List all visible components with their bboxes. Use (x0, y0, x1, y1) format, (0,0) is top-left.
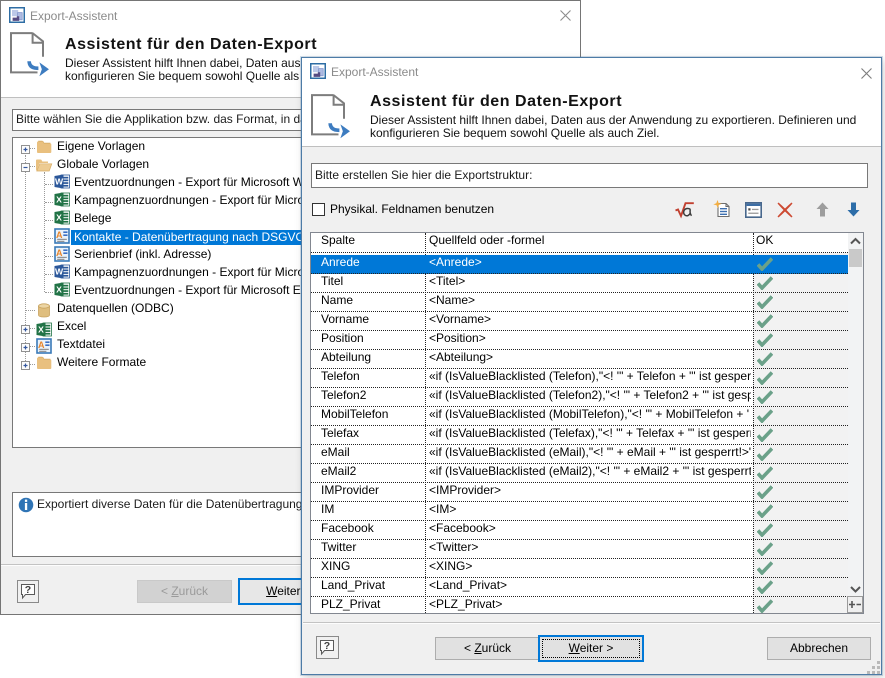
svg-text:X: X (56, 285, 62, 295)
svg-text:A: A (56, 248, 63, 258)
svg-text:W: W (55, 177, 64, 187)
svg-text:W: W (55, 267, 64, 277)
svg-text:X: X (56, 213, 62, 223)
svg-text:X: X (38, 325, 44, 335)
svg-text:A: A (56, 230, 63, 240)
svg-text:?: ? (324, 640, 330, 652)
svg-text:?: ? (25, 584, 31, 596)
svg-text:A: A (38, 340, 45, 350)
svg-text:X: X (56, 195, 62, 205)
